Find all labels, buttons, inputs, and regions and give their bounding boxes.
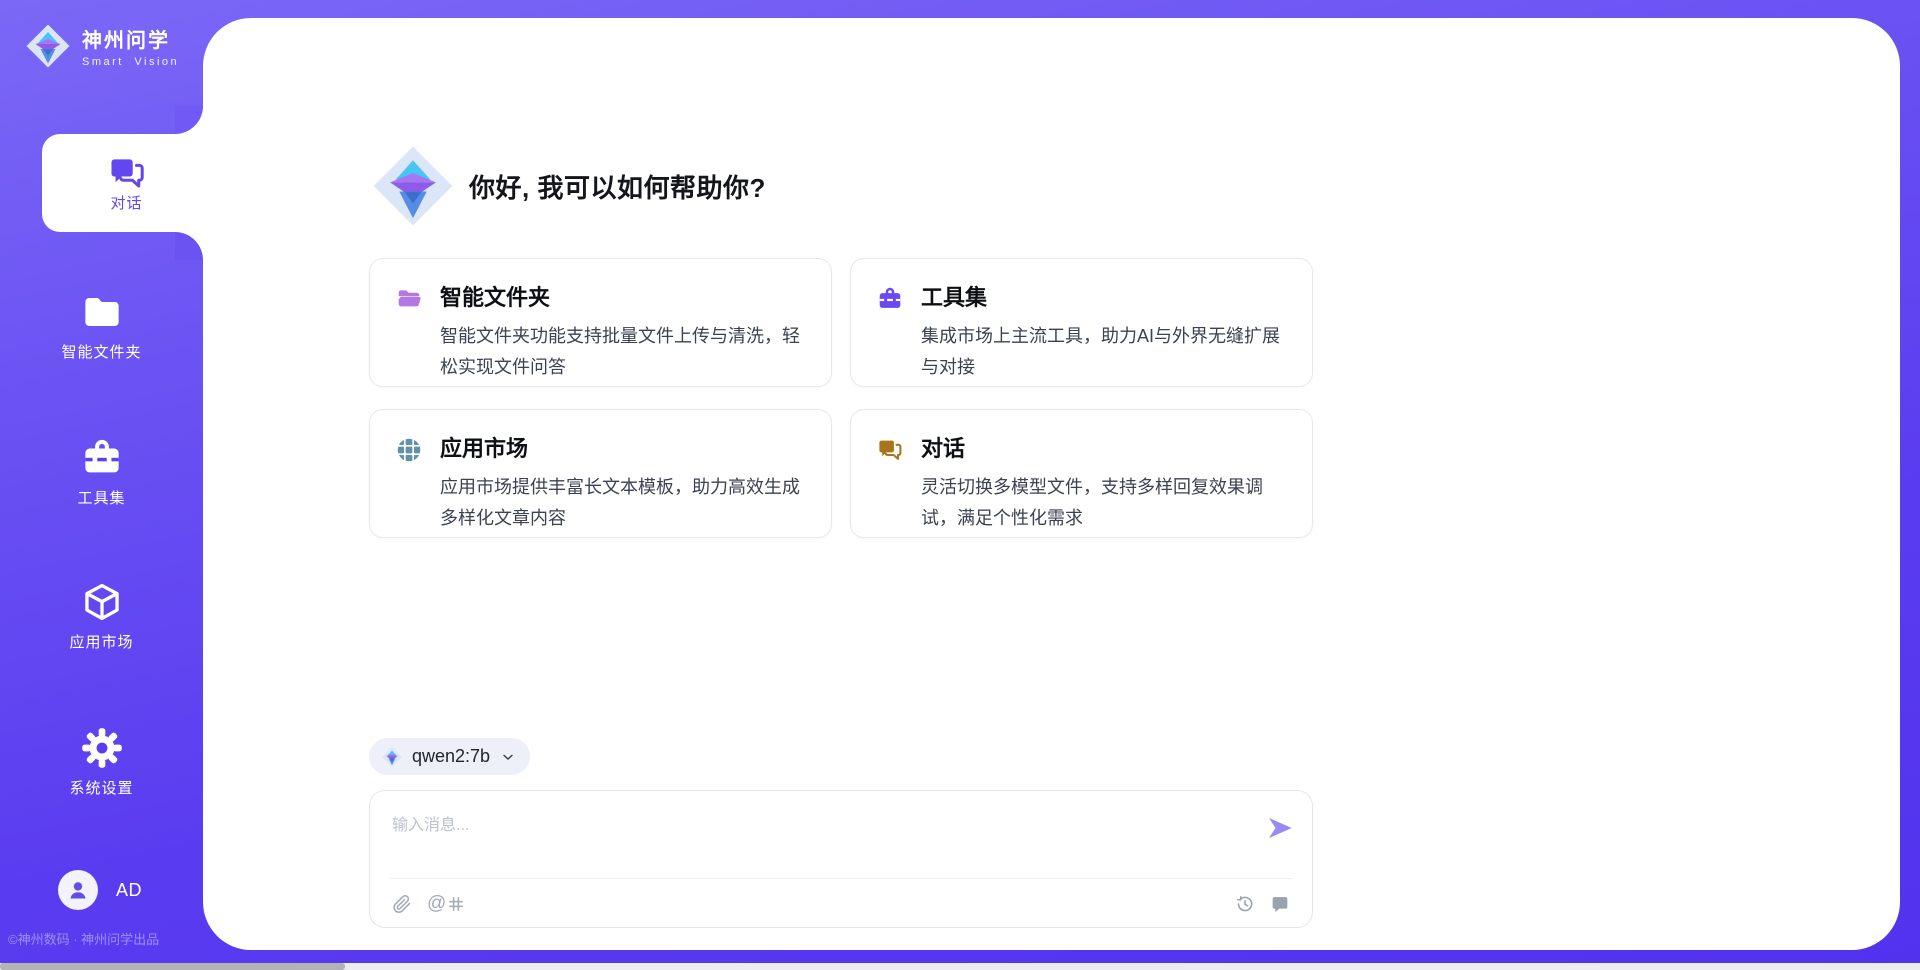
copyright-footer: ©神州数码 · 神州问学出品 (8, 929, 159, 948)
card-title: 应用市场 (440, 434, 815, 464)
briefcase-icon (877, 286, 903, 312)
sidebar-item-label: 智能文件夹 (61, 341, 141, 362)
message-input-box: @ (369, 790, 1313, 928)
user-name: AD (116, 880, 142, 901)
card-title: 工具集 (921, 283, 1296, 313)
comment-icon[interactable] (1270, 894, 1290, 914)
chevron-down-icon (500, 749, 516, 765)
chat-icon (108, 154, 146, 192)
hash-icon[interactable] (446, 894, 466, 914)
user-profile[interactable]: AD (58, 870, 142, 910)
sidebar-item-app-market[interactable]: 应用市场 (0, 581, 203, 652)
user-icon (66, 878, 90, 902)
card-desc: 灵活切换多模型文件，支持多样回复效果调试，满足个性化需求 (921, 472, 1296, 534)
card-chat[interactable]: 对话 灵活切换多模型文件，支持多样回复效果调试，满足个性化需求 (850, 409, 1313, 538)
folder-open-icon (396, 286, 422, 312)
chat-icon (877, 437, 903, 463)
diamond-logo-icon (381, 746, 403, 768)
feature-cards: 智能文件夹 智能文件夹功能支持批量文件上传与清洗，轻松实现文件问答 工具集 集成… (369, 258, 1313, 538)
scrollbar-thumb[interactable] (0, 963, 345, 970)
sidebar-item-label: 应用市场 (69, 631, 133, 652)
grid-sphere-icon (396, 437, 422, 463)
sidebar-item-toolset[interactable]: 工具集 (0, 437, 203, 508)
sidebar-item-smart-folder[interactable]: 智能文件夹 (0, 291, 203, 362)
card-desc: 应用市场提供丰富长文本模板，助力高效生成多样化文章内容 (440, 472, 815, 534)
sidebar: 神州问学 Smart Vision 对话 智能文件夹 工具集 应用市场 (0, 0, 203, 970)
avatar (58, 870, 98, 910)
horizontal-scrollbar (0, 963, 1920, 970)
gear-icon (81, 727, 123, 769)
sidebar-item-label: 系统设置 (69, 777, 133, 798)
message-input[interactable] (370, 791, 1312, 878)
card-desc: 智能文件夹功能支持批量文件上传与清洗，轻松实现文件问答 (440, 321, 815, 383)
card-desc: 集成市场上主流工具，助力AI与外界无缝扩展与对接 (921, 321, 1296, 383)
model-selector[interactable]: qwen2:7b (369, 738, 530, 775)
history-icon[interactable] (1235, 894, 1255, 914)
diamond-logo-icon (24, 22, 72, 70)
brand-title: 神州问学 (82, 24, 179, 53)
model-name: qwen2:7b (412, 746, 490, 767)
send-icon[interactable] (1266, 814, 1294, 842)
cube-icon (81, 581, 123, 623)
sidebar-item-settings[interactable]: 系统设置 (0, 727, 203, 798)
folder-icon (81, 291, 123, 333)
greeting-text: 你好, 我可以如何帮助你? (469, 168, 766, 205)
sidebar-item-label: 对话 (110, 192, 142, 213)
sidebar-item-label: 工具集 (77, 487, 125, 508)
card-title: 对话 (921, 434, 1296, 464)
card-toolset[interactable]: 工具集 集成市场上主流工具，助力AI与外界无缝扩展与对接 (850, 258, 1313, 387)
briefcase-icon (81, 437, 123, 479)
tab-fillet-top (175, 106, 203, 134)
tab-fillet-bottom (175, 232, 203, 260)
sidebar-item-chat[interactable]: 对话 (42, 134, 211, 232)
diamond-logo-icon (369, 142, 457, 230)
card-title: 智能文件夹 (440, 283, 815, 313)
brand-subtitle: Smart Vision (82, 56, 179, 68)
composer: qwen2:7b @ (369, 738, 1313, 928)
card-app-market[interactable]: 应用市场 应用市场提供丰富长文本模板，助力高效生成多样化文章内容 (369, 409, 832, 538)
brand: 神州问学 Smart Vision (24, 22, 179, 70)
at-icon[interactable]: @ (427, 894, 446, 914)
main-content: 你好, 我可以如何帮助你? 智能文件夹 智能文件夹功能支持批量文件上传与清洗，轻… (369, 0, 1313, 970)
paperclip-icon[interactable] (392, 894, 412, 914)
greeting: 你好, 我可以如何帮助你? (369, 142, 766, 230)
card-smart-folder[interactable]: 智能文件夹 智能文件夹功能支持批量文件上传与清洗，轻松实现文件问答 (369, 258, 832, 387)
